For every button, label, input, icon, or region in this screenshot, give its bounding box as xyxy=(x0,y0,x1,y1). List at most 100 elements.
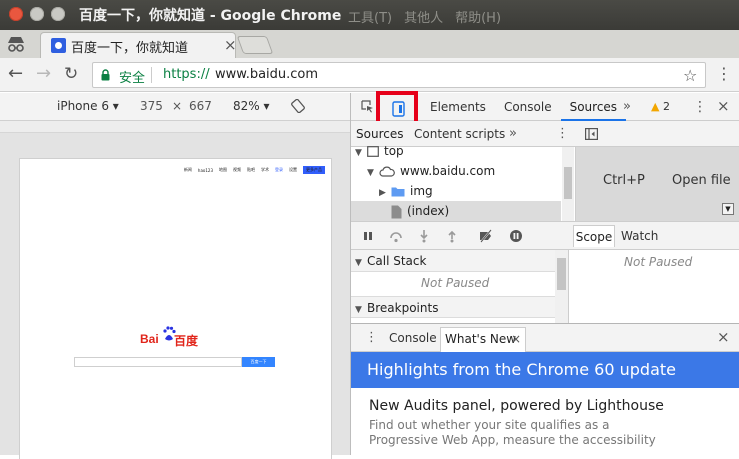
device-toolbar-toggle-highlight[interactable] xyxy=(376,91,418,125)
nav-link[interactable]: 视频 xyxy=(233,167,241,173)
news-item-title[interactable]: New Audits panel, powered by Lighthouse xyxy=(369,398,664,414)
more-products-button[interactable]: 更多产品 xyxy=(303,166,325,174)
nav-link[interactable]: 地图 xyxy=(219,167,227,173)
browser-toolbar: ← → ↻ 安全 https:// www.baidu.com ☆ ⋮ xyxy=(0,58,739,92)
lock-icon[interactable] xyxy=(101,69,110,81)
close-tab-icon[interactable]: × xyxy=(511,328,521,351)
tree-item-folder[interactable]: ▶ img xyxy=(351,181,561,201)
navigator-tab-content-scripts[interactable]: Content scripts xyxy=(414,127,505,141)
devtools-menu-icon[interactable]: ⋮ xyxy=(693,99,707,115)
device-width[interactable]: 375 xyxy=(140,99,163,113)
debugger-scrollbar-thumb[interactable] xyxy=(557,258,566,290)
step-into-icon[interactable] xyxy=(417,229,431,243)
forward-button[interactable]: → xyxy=(36,64,51,84)
pause-icon[interactable] xyxy=(361,229,375,243)
toggle-navigator-icon[interactable] xyxy=(585,128,598,140)
whats-new-banner: Highlights from the Chrome 60 update xyxy=(351,352,739,388)
incognito-icon[interactable] xyxy=(5,35,27,53)
tree-item-file[interactable]: (index) xyxy=(351,201,561,221)
editor-toolbar xyxy=(576,121,739,147)
nav-link[interactable]: 学术 xyxy=(261,167,269,173)
devtools-toolbar: Elements Console Sources » ▲ 2 ⋮ × xyxy=(351,91,739,125)
devtools-close-icon[interactable]: × xyxy=(717,97,730,115)
window-close-button[interactable] xyxy=(9,7,23,21)
navigator-tab-sources[interactable]: Sources xyxy=(356,127,403,141)
tree-item-top[interactable]: ▼ top xyxy=(351,141,561,161)
new-tab-button[interactable] xyxy=(236,36,274,54)
scroll-down-icon[interactable]: ▼ xyxy=(722,203,734,215)
tab-close-icon[interactable]: × xyxy=(224,36,237,54)
expand-triangle-icon[interactable]: ▼ xyxy=(355,299,367,321)
tab-console[interactable]: Console xyxy=(495,93,561,121)
nav-link[interactable]: hao123 xyxy=(198,168,213,173)
url-separator xyxy=(151,67,152,83)
drawer-menu-icon[interactable]: ⋮ xyxy=(365,330,378,345)
tree-item-label: top xyxy=(384,144,404,158)
navigator-scrollbar[interactable] xyxy=(562,147,574,221)
device-select[interactable]: iPhone 6 ▾ xyxy=(57,99,119,113)
window-maximize-button[interactable] xyxy=(51,7,65,21)
debugger-toolbar xyxy=(351,222,569,250)
call-stack-header[interactable]: ▼ Call Stack xyxy=(351,250,555,272)
menu-people[interactable]: 其他人 xyxy=(404,7,443,26)
baidu-search-button[interactable]: 百度一下 xyxy=(242,357,275,367)
pause-on-exceptions-icon[interactable] xyxy=(509,229,523,243)
device-toolbar: iPhone 6 ▾ 375 × 667 82% ▾ xyxy=(0,93,350,121)
navigator-menu-icon[interactable]: ⋮ xyxy=(556,126,569,141)
device-height[interactable]: 667 xyxy=(189,99,212,113)
url-host: www.baidu.com xyxy=(215,67,319,82)
ruler xyxy=(0,121,350,133)
url-scheme: https:// xyxy=(163,67,210,82)
tab-watch[interactable]: Watch xyxy=(621,225,658,247)
navigator-scrollbar-thumb[interactable] xyxy=(564,167,572,199)
tree-item-label: img xyxy=(410,184,433,198)
back-button[interactable]: ← xyxy=(8,64,23,84)
call-stack-title: Call Stack xyxy=(367,254,427,268)
tab-sources[interactable]: Sources xyxy=(560,93,627,121)
tab-elements[interactable]: Elements xyxy=(421,93,495,121)
drawer-close-icon[interactable]: × xyxy=(717,328,730,346)
baidu-search-input[interactable] xyxy=(74,357,242,367)
login-link[interactable]: 登录 xyxy=(275,167,283,173)
logo-latin-text: Bai xyxy=(140,332,159,346)
breakpoints-header[interactable]: ▼ Breakpoints xyxy=(351,296,555,318)
menu-bar: 工具(T) 其他人 帮助(H) xyxy=(348,7,501,26)
tree-item-domain[interactable]: ▼ www.baidu.com xyxy=(351,161,561,181)
address-bar[interactable]: 安全 https:// www.baidu.com ☆ xyxy=(92,62,706,88)
banner-title: Highlights from the Chrome 60 update xyxy=(367,360,676,379)
drawer-tab-whats-new[interactable]: What's New × xyxy=(440,327,526,352)
expand-triangle-icon[interactable]: ▼ xyxy=(355,143,367,163)
menu-tools[interactable]: 工具(T) xyxy=(348,7,392,26)
device-mode-icon[interactable] xyxy=(392,101,405,117)
editor-panel: Ctrl+P Open file ▼ xyxy=(576,121,739,221)
chrome-menu-icon[interactable]: ⋮ xyxy=(716,66,732,82)
navigator-more-icon[interactable]: » xyxy=(509,126,517,141)
browser-tab[interactable]: 百度一下，你就知道 × xyxy=(40,32,237,58)
deactivate-breakpoints-icon[interactable] xyxy=(479,229,493,243)
devtools-tabs: Elements Console Sources xyxy=(421,93,627,121)
tree-item-label: www.baidu.com xyxy=(400,164,496,178)
debugger-scrollbar[interactable] xyxy=(555,250,568,324)
inspect-element-icon[interactable] xyxy=(361,100,374,113)
zoom-select[interactable]: 82% ▾ xyxy=(233,99,270,113)
collapse-triangle-icon[interactable]: ▶ xyxy=(379,183,391,203)
step-over-icon[interactable] xyxy=(389,229,403,243)
rotate-icon[interactable] xyxy=(291,99,305,113)
drawer-tab-console[interactable]: Console xyxy=(389,331,437,345)
bookmark-star-icon[interactable]: ☆ xyxy=(683,66,697,85)
news-item-description: Find out whether your site qualifies as … xyxy=(369,418,656,447)
warnings-counter[interactable]: ▲ 2 xyxy=(651,100,670,113)
more-tabs-icon[interactable]: » xyxy=(623,99,631,114)
tab-scope[interactable]: Scope xyxy=(573,225,615,247)
devtools-drawer: ⋮ Console What's New × × Highlights from… xyxy=(351,323,739,455)
nav-link[interactable]: 新闻 xyxy=(184,167,192,173)
reload-button[interactable]: ↻ xyxy=(64,64,78,84)
nav-link[interactable]: 贴吧 xyxy=(247,167,255,173)
emulated-viewport[interactable]: 新闻 hao123 地图 视频 贴吧 学术 登录 设置 更多产品 Bai 百度 … xyxy=(20,159,331,459)
window-minimize-button[interactable] xyxy=(30,7,44,21)
expand-triangle-icon[interactable]: ▼ xyxy=(367,163,379,183)
settings-link[interactable]: 设置 xyxy=(289,167,297,173)
step-out-icon[interactable] xyxy=(445,229,459,243)
expand-triangle-icon[interactable]: ▼ xyxy=(355,252,367,274)
menu-help[interactable]: 帮助(H) xyxy=(455,7,501,26)
